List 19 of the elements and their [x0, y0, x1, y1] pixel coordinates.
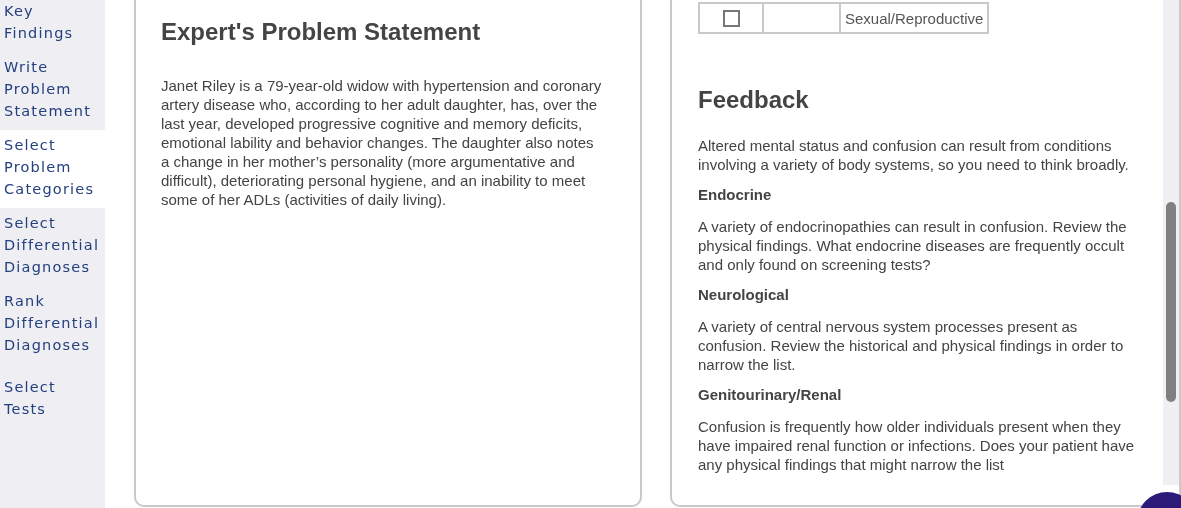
section-heading: Genitourinary/Renal — [698, 386, 843, 403]
feedback-text: A variety of endocrinopathies can result in confusion. Review the physical findings. What endocrine diseases are frequently occult and only found on screening tests? — [698, 217, 1128, 274]
nav-item[interactable]: Write Problem Statement — [0, 52, 105, 130]
checkbox[interactable] — [722, 10, 740, 28]
nav-item[interactable]: Select Problem Categories — [0, 130, 105, 208]
nav-item[interactable]: Select Differential Diagnoses — [0, 208, 105, 286]
nav-item[interactable]: Rank Differential Diagnoses — [0, 286, 105, 372]
section-heading: Neurological — [698, 286, 790, 303]
feedback-text: A variety of central nervous system processes present as confusion. Review the historical and physical findings in order to narrow the list. — [698, 317, 1125, 374]
scrollbar[interactable] — [1163, 0, 1179, 485]
card-title: Expert's Problem Statement — [161, 18, 482, 46]
feedback-text: Confusion is frequently how older individuals present when they have impaired renal function or infections. Does your patient have any physical findings that might narrow the list — [698, 417, 1136, 474]
nav-item[interactable]: Select Tests — [0, 372, 105, 428]
table-cell: Sexual/Reproductive — [840, 3, 989, 33]
nav-item[interactable]: Key Findings — [0, 0, 105, 52]
feedback-text: Altered mental status and confusion can result from conditions involving a variety of body systems, so you need to think broadly. — [698, 136, 1130, 174]
card-title: Feedback — [698, 86, 810, 114]
problem-statement-text: Janet Riley is a 79-year-old widow with hypertension and coronary artery disease who, according to her adult daughter, has, over the last year, developed progressive cognitive and memory deficits, emotional lability and behavior changes. The daughter also notes a change in her mother’s personality (more argumentative and difficult), deteriorating personal hygiene, and an inability to meet some of her ADLs (activities of daily living). — [161, 76, 603, 209]
section-heading: Endocrine — [698, 186, 773, 203]
